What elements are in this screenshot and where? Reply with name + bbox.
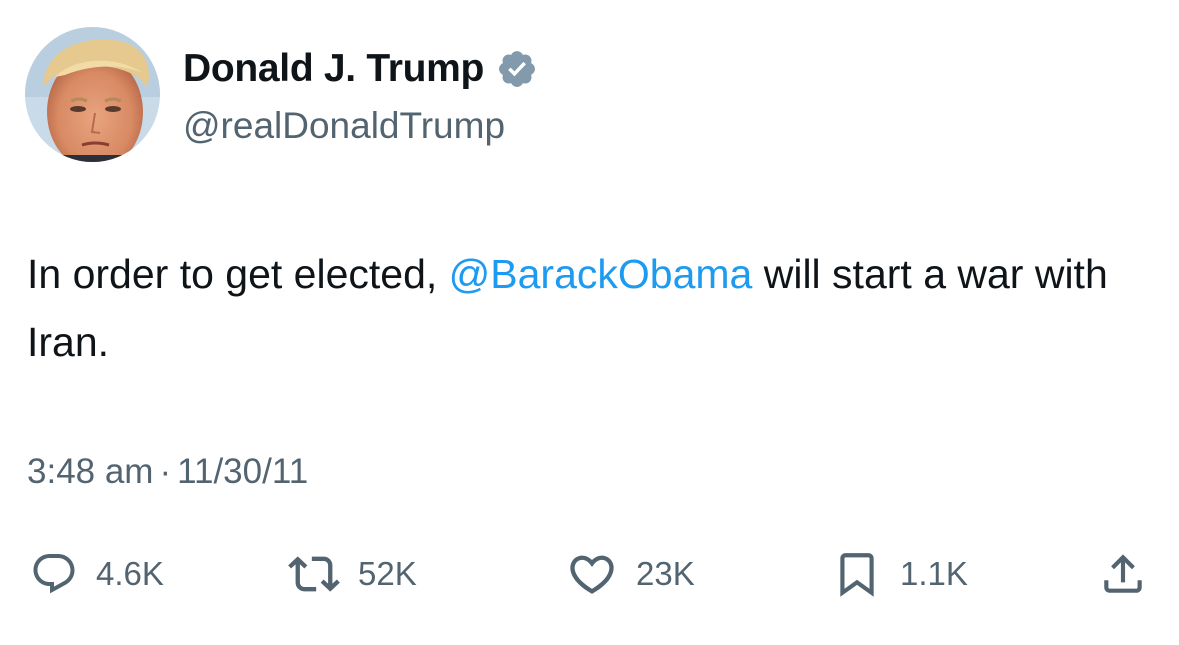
repost-button[interactable]: 52K xyxy=(288,546,417,602)
repost-arrows-icon xyxy=(288,556,340,592)
like-count: 23K xyxy=(636,555,695,592)
reply-count: 4.6K xyxy=(96,555,164,592)
display-name[interactable]: Donald J. Trump xyxy=(183,47,484,91)
author-handle[interactable]: @realDonaldTrump xyxy=(183,105,505,147)
author-name-row: Donald J. Trump xyxy=(183,44,538,94)
verified-badge-icon xyxy=(496,48,538,90)
tweet-time[interactable]: 3:48 am xyxy=(27,452,153,491)
heart-icon xyxy=(570,555,614,594)
action-bar: 4.6K 52K 23K 1.1K xyxy=(0,546,1179,602)
bookmark-button[interactable]: 1.1K xyxy=(832,546,968,602)
like-button[interactable]: 23K xyxy=(566,546,695,602)
reply-button[interactable]: 4.6K xyxy=(30,546,164,602)
meta-separator: · xyxy=(159,452,172,491)
mention-link[interactable]: @BarackObama xyxy=(449,251,753,297)
tweet-date[interactable]: 11/30/11 xyxy=(177,452,308,491)
share-button[interactable] xyxy=(1098,546,1148,602)
bookmark-count: 1.1K xyxy=(900,555,968,592)
tweet-timestamp: 3:48 am · 11/30/11 xyxy=(27,452,308,492)
avatar-image xyxy=(25,27,160,162)
tweet-text-part: In order to get elected, xyxy=(27,251,449,297)
repost-count: 52K xyxy=(358,555,417,592)
avatar[interactable] xyxy=(25,27,160,162)
speech-bubble-icon xyxy=(33,554,75,594)
share-upload-icon xyxy=(1104,554,1142,593)
tweet-text: In order to get elected, @BarackObama wi… xyxy=(27,240,1157,376)
bookmark-icon xyxy=(840,553,874,597)
